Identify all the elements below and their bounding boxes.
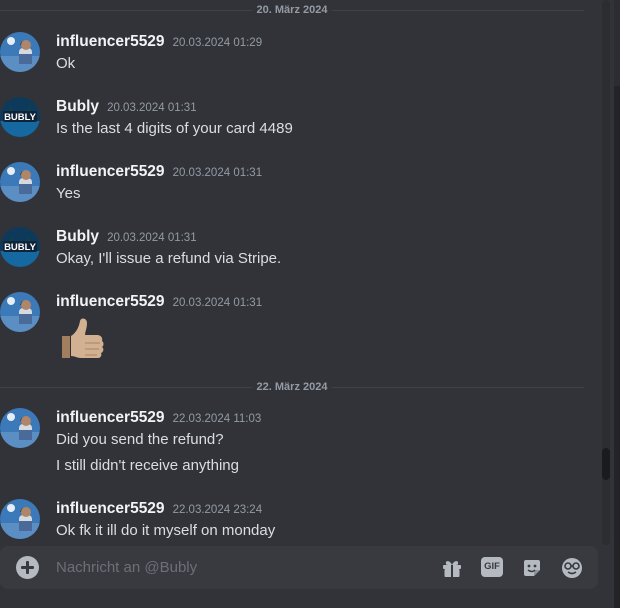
right-panel-edge (614, 0, 620, 608)
author-name[interactable]: influencer5529 22.03.2024 23:24 (56, 499, 262, 520)
date-divider-label: 22. März 2024 (252, 381, 332, 393)
avatar[interactable] (0, 408, 40, 448)
timestamp: 20.03.2024 01:31 (172, 297, 263, 309)
author-name[interactable]: Bubly 20.03.2024 01:31 (56, 227, 197, 248)
sticker-icon[interactable] (520, 556, 544, 580)
author-name[interactable]: influencer5529 20.03.2024 01:31 (56, 292, 262, 313)
gift-icon[interactable] (440, 556, 464, 580)
message-text: Did you send the refund? (56, 431, 224, 448)
avatar-logo-text: BUBLY (4, 112, 37, 123)
scrollbar-thumb[interactable] (602, 448, 610, 480)
message-text: Yes (56, 185, 81, 202)
message-text: Okay, I'll issue a refund via Stripe. (56, 250, 282, 267)
message: BUBLY Bubly 20.03.2024 01:31 Is the last … (0, 97, 584, 141)
emoji-icon[interactable] (560, 556, 584, 580)
timestamp: 20.03.2024 01:31 (107, 102, 197, 114)
avatar[interactable]: BUBLY (0, 97, 40, 137)
timestamp: 20.03.2024 01:29 (172, 37, 263, 49)
message-text: Ok (56, 55, 76, 72)
date-divider-label: 20. März 2024 (252, 4, 332, 16)
timestamp: 22.03.2024 23:24 (172, 504, 263, 516)
author-name[interactable]: influencer5529 20.03.2024 01:29 (56, 32, 262, 53)
avatar-logo-text: BUBLY (4, 242, 37, 253)
thumbs-up-emoji (56, 312, 106, 362)
message-text: Ok fk it ill do it myself on monday (56, 522, 276, 539)
message-input[interactable]: Nachricht an @Bubly (56, 558, 197, 578)
timestamp: 20.03.2024 01:31 (107, 232, 197, 244)
avatar[interactable] (0, 292, 40, 332)
author-name[interactable]: influencer5529 20.03.2024 01:31 (56, 162, 262, 183)
message: influencer5529 20.03.2024 01:31 Yes (0, 162, 584, 206)
author-name[interactable]: Bubly 20.03.2024 01:31 (56, 97, 197, 118)
timestamp: 22.03.2024 11:03 (172, 413, 262, 425)
date-divider: 20. März 2024 (0, 4, 584, 16)
message: influencer5529 20.03.2024 01:31 (0, 292, 584, 364)
gif-icon[interactable]: GIF (481, 557, 503, 577)
date-divider: 22. März 2024 (0, 381, 584, 393)
chat-messages: 20. März 2024 influencer5529 20.03.2024 0… (0, 0, 600, 545)
message: influencer5529 22.03.2024 23:24 Ok fk it … (0, 499, 584, 543)
add-circle-icon[interactable] (16, 556, 39, 579)
avatar[interactable] (0, 32, 40, 72)
timestamp: 20.03.2024 01:31 (172, 167, 263, 179)
author-name[interactable]: influencer5529 22.03.2024 11:03 (56, 408, 261, 429)
message-composer[interactable]: Nachricht an @Bubly GIF (0, 546, 598, 589)
chat-scrollbar[interactable] (602, 0, 610, 545)
message: influencer5529 20.03.2024 01:29 Ok (0, 32, 584, 76)
message-text: Is the last 4 digits of your card 4489 (56, 120, 293, 137)
avatar[interactable] (0, 162, 40, 202)
avatar[interactable] (0, 499, 40, 539)
message-text: I still didn't receive anything (56, 457, 239, 474)
avatar[interactable]: BUBLY (0, 227, 40, 267)
message: BUBLY Bubly 20.03.2024 01:31 Okay, I'll i… (0, 227, 584, 271)
message: influencer5529 22.03.2024 11:03 Did you s… (0, 408, 584, 480)
